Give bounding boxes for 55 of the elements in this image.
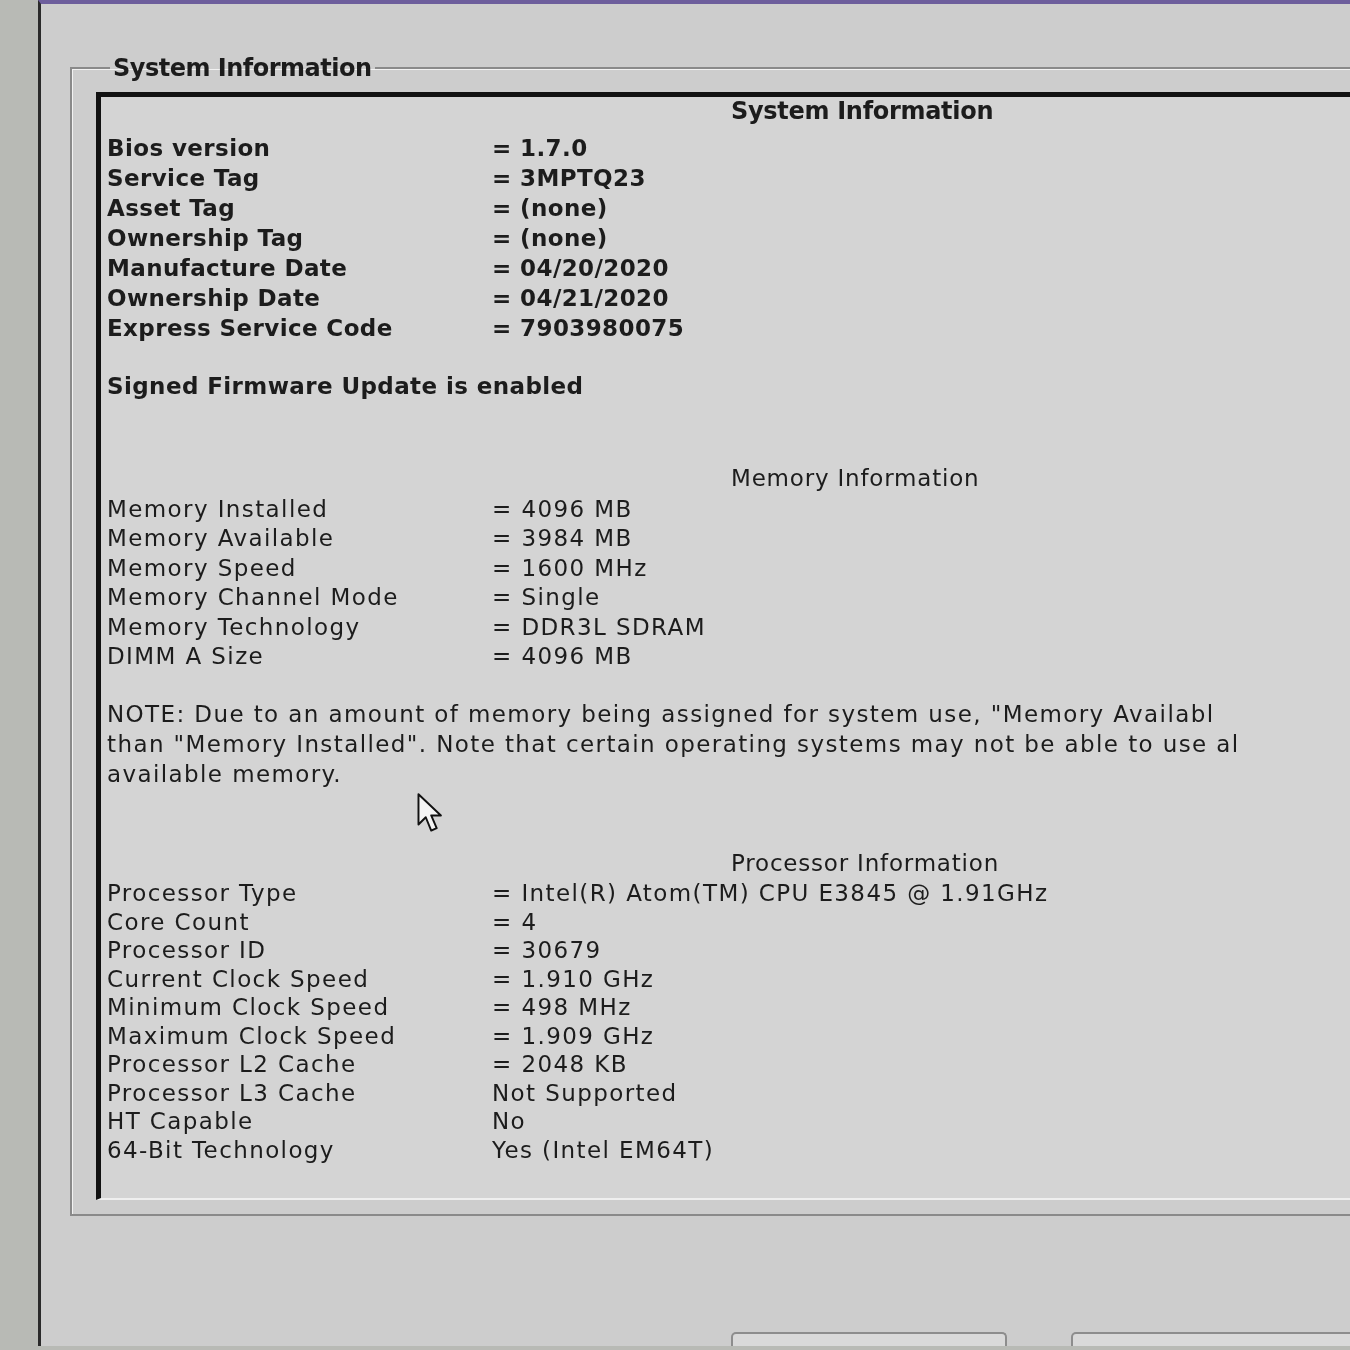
field-label: Memory Speed bbox=[107, 554, 297, 581]
field-label: Memory Technology bbox=[107, 613, 361, 640]
field-label: Maximum Clock Speed bbox=[107, 1022, 397, 1049]
field-value: = 1.909 GHz bbox=[492, 1022, 655, 1049]
field-value: = 4096 MB bbox=[492, 643, 633, 670]
note-text: NOTE: Due to an amount of memory being assigned for system use, "Memory Availabl than "Memory Installed". Note that certain operating systems may not be able to use al available memory. bbox=[107, 700, 1240, 789]
field-value: = (none) bbox=[492, 195, 608, 221]
field-value: = 498 MHz bbox=[492, 994, 632, 1021]
field-value: = 7903980075 bbox=[492, 315, 685, 341]
field-label: Manufacture Date bbox=[107, 255, 348, 281]
section-heading: Processor Information bbox=[731, 849, 1000, 877]
field-label: 64-Bit Technology bbox=[107, 1136, 335, 1163]
field-label: Ownership Tag bbox=[107, 225, 304, 251]
section-heading: Memory Information bbox=[731, 464, 980, 492]
field-value: Not Supported bbox=[492, 1079, 678, 1106]
field-value: = 4096 MB bbox=[492, 495, 633, 522]
field-label: Processor ID bbox=[107, 937, 267, 964]
field-value: Yes (Intel EM64T) bbox=[492, 1136, 715, 1163]
field-value: = 04/21/2020 bbox=[492, 285, 669, 311]
field-label: Asset Tag bbox=[107, 195, 236, 221]
section-heading: System Information bbox=[731, 97, 994, 125]
field-label: Service Tag bbox=[107, 165, 260, 191]
field-value: = 3984 MB bbox=[492, 525, 633, 552]
field-label: Memory Channel Mode bbox=[107, 584, 399, 611]
field-label: Processor L2 Cache bbox=[107, 1051, 357, 1078]
button[interactable] bbox=[1071, 1332, 1350, 1346]
field-label: Bios version bbox=[107, 135, 271, 161]
field-value: = 04/20/2020 bbox=[492, 255, 669, 281]
field-value: = 1600 MHz bbox=[492, 554, 648, 581]
field-value: = DDR3L SDRAM bbox=[492, 613, 706, 640]
field-label: Express Service Code bbox=[107, 315, 393, 341]
field-value: = 3MPTQ23 bbox=[492, 165, 646, 191]
field-value: = Single bbox=[492, 584, 601, 611]
mouse-pointer-icon bbox=[417, 793, 443, 833]
field-value: = 30679 bbox=[492, 937, 602, 964]
field-label: Current Clock Speed bbox=[107, 965, 370, 992]
field-label: DIMM A Size bbox=[107, 643, 265, 670]
field-label: Ownership Date bbox=[107, 285, 321, 311]
field-value: = 1.910 GHz bbox=[492, 965, 655, 992]
field-value: = 4 bbox=[492, 908, 538, 935]
field-label: Memory Installed bbox=[107, 495, 329, 522]
field-label: HT Capable bbox=[107, 1108, 254, 1135]
field-value: = (none) bbox=[492, 225, 608, 251]
button[interactable] bbox=[731, 1332, 1007, 1346]
note-text: Signed Firmware Update is enabled bbox=[107, 372, 584, 401]
field-label: Minimum Clock Speed bbox=[107, 994, 390, 1021]
field-value: = 1.7.0 bbox=[492, 135, 588, 161]
field-label: Memory Available bbox=[107, 525, 335, 552]
field-value: No bbox=[492, 1108, 527, 1135]
field-value: = Intel(R) Atom(TM) CPU E3845 @ 1.91GHz bbox=[492, 880, 1049, 907]
field-value: = 2048 KB bbox=[492, 1051, 628, 1078]
field-label: Processor L3 Cache bbox=[107, 1079, 357, 1106]
field-label: Core Count bbox=[107, 908, 250, 935]
group-box-title: System Information bbox=[112, 54, 373, 82]
field-label: Processor Type bbox=[107, 880, 298, 907]
